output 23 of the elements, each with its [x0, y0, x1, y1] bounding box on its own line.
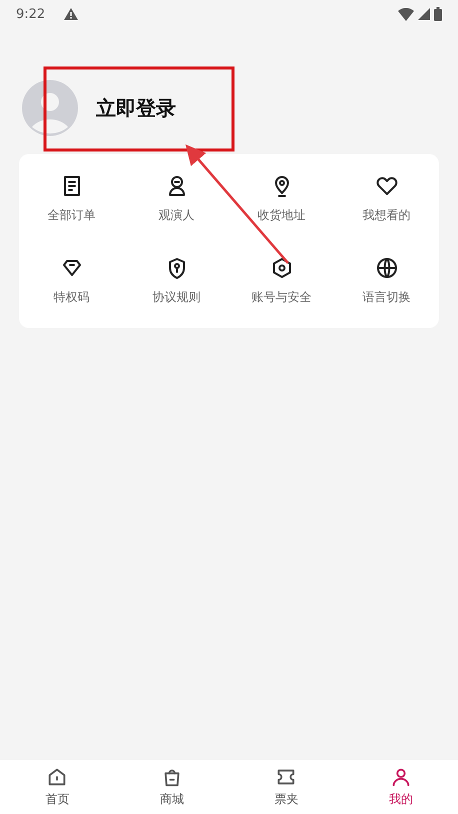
menu-item[interactable]: 收货地址: [258, 207, 306, 224]
menu-item[interactable]: 特权码: [54, 289, 90, 306]
globe-icon: [374, 256, 398, 280]
status-time: 9:22: [16, 6, 46, 22]
menu-item[interactable]: 协议规则: [152, 289, 200, 306]
avatar-icon: [22, 80, 78, 136]
menu-item[interactable]: 我想看的: [362, 207, 410, 224]
menu-item[interactable]: 账号与安全: [252, 289, 312, 306]
tab-label[interactable]: 票夹: [274, 791, 298, 808]
login-link[interactable]: 立即登录: [96, 94, 176, 122]
battery-icon: [434, 7, 442, 21]
home-icon: [46, 766, 68, 788]
tab-label[interactable]: 商城: [160, 791, 184, 808]
menu-item[interactable]: 语言切换: [362, 289, 410, 306]
wifi-icon: [398, 8, 414, 20]
menu-item[interactable]: 观演人: [158, 207, 194, 224]
tab-label[interactable]: 我的: [388, 791, 413, 808]
heart-icon: [374, 174, 398, 198]
tab-label[interactable]: 首页: [45, 791, 70, 808]
menu-item[interactable]: 全部订单: [48, 207, 96, 224]
signal-icon: [418, 8, 430, 20]
user-icon: [390, 766, 412, 788]
warning-icon: [63, 7, 80, 21]
